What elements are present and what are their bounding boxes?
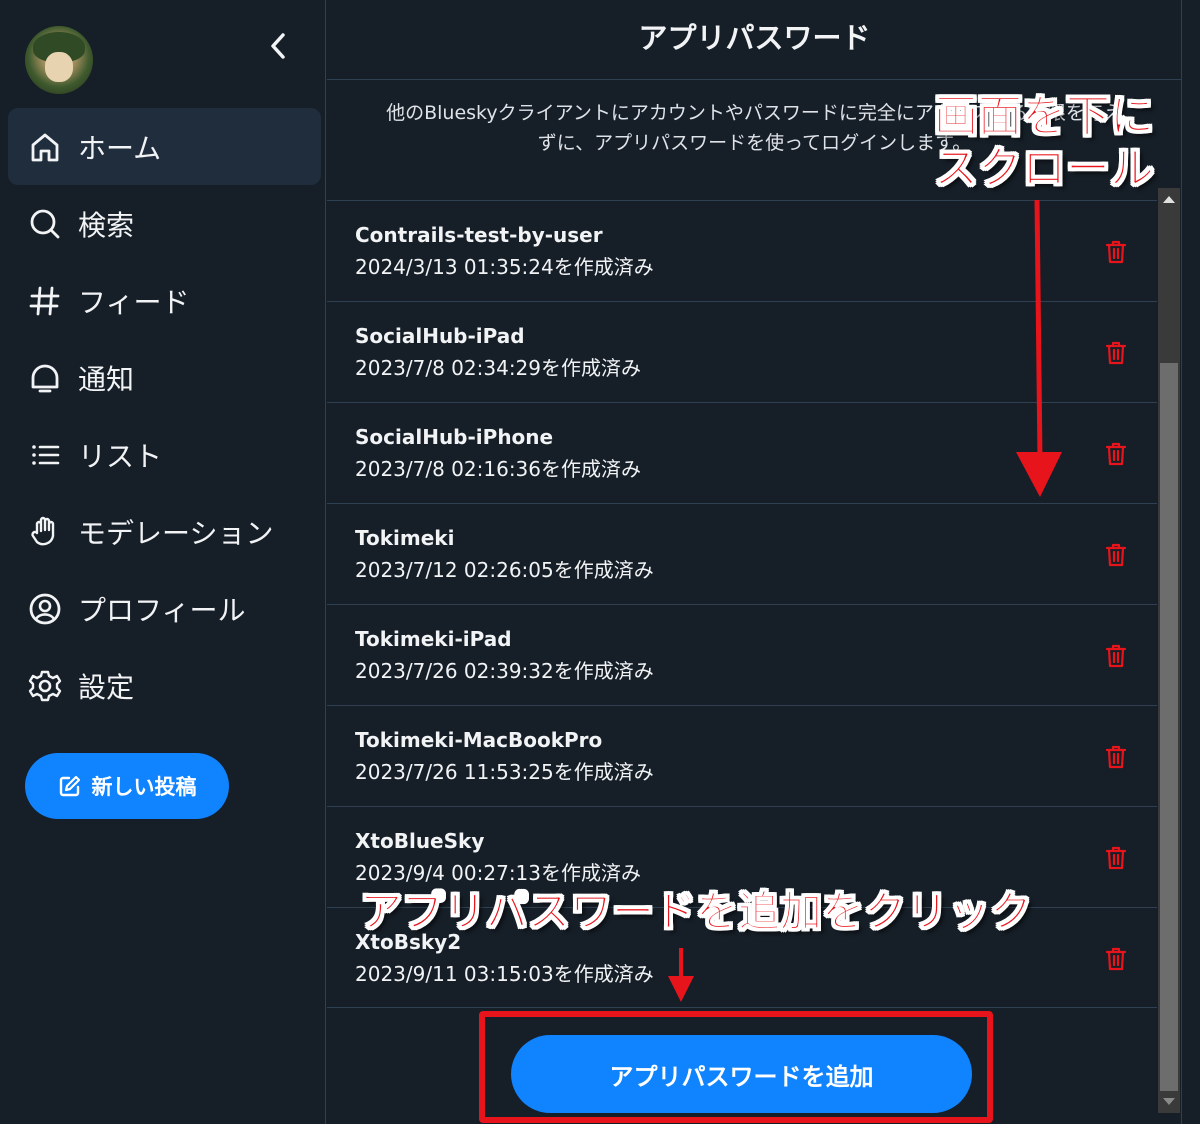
page-title: アプリパスワード	[638, 20, 871, 55]
password-created: 2024/3/13 01:35:24を作成済み	[355, 255, 654, 279]
password-created: 2023/9/11 03:15:03を作成済み	[355, 962, 654, 986]
trash-icon[interactable]	[1103, 946, 1129, 972]
search-icon	[26, 205, 64, 243]
trash-icon[interactable]	[1103, 340, 1129, 366]
new-post-button[interactable]: 新しい投稿	[25, 753, 229, 819]
password-name: SocialHub-iPad	[355, 324, 525, 348]
sidebar-item-lists[interactable]: リスト	[8, 416, 321, 493]
sidebar-item-search[interactable]: 検索	[8, 185, 321, 262]
list-item: Tokimeki 2023/7/12 02:26:05を作成済み	[327, 503, 1157, 604]
hashtag-icon	[26, 282, 64, 320]
app-password-list: Contrails-test-by-user 2024/3/13 01:35:2…	[327, 188, 1157, 1124]
sidebar-item-label: 設定	[78, 670, 135, 704]
page-header: アプリパスワード	[327, 0, 1182, 80]
sidebar-item-profile[interactable]: プロフィール	[8, 570, 321, 647]
new-post-label: 新しい投稿	[91, 775, 197, 799]
scrollbar[interactable]	[1158, 188, 1180, 1113]
password-created: 2023/7/26 02:39:32を作成済み	[355, 659, 654, 683]
list-item: SocialHub-iPhone 2023/7/8 02:16:36を作成済み	[327, 402, 1157, 503]
sidebar-item-label: リスト	[78, 439, 163, 473]
sidebar-item-label: プロフィール	[78, 593, 246, 627]
scroll-up-icon[interactable]	[1163, 196, 1175, 203]
window-bottom-edge	[0, 1124, 1200, 1134]
sidebar-item-settings[interactable]: 設定	[8, 647, 321, 724]
sidebar: ホーム 検索 フィード 通知 リスト モデレーション プロフィール 設定 新しい…	[0, 0, 326, 1134]
collapse-sidebar-button[interactable]	[258, 26, 298, 66]
sidebar-item-feeds[interactable]: フィード	[8, 262, 321, 339]
sidebar-item-label: 検索	[78, 208, 135, 242]
sidebar-item-label: フィード	[78, 285, 190, 319]
password-name: Tokimeki-MacBookPro	[355, 728, 603, 752]
compose-icon	[59, 775, 80, 797]
scroll-down-icon[interactable]	[1163, 1098, 1175, 1105]
password-name: XtoBlueSky	[355, 829, 485, 853]
password-name: SocialHub-iPhone	[355, 425, 554, 449]
password-created: 2023/7/8 02:34:29を作成済み	[355, 356, 642, 380]
home-icon	[26, 128, 64, 166]
list-item: Contrails-test-by-user 2024/3/13 01:35:2…	[327, 200, 1157, 301]
profile-icon	[26, 590, 64, 628]
password-created: 2023/7/8 02:16:36を作成済み	[355, 457, 642, 481]
bell-icon	[26, 359, 64, 397]
highlight-box	[479, 1011, 993, 1123]
list-item: SocialHub-iPad 2023/7/8 02:34:29を作成済み	[327, 301, 1157, 402]
annotation-click: アプリパスワードを追加をクリック	[359, 887, 1033, 937]
trash-icon[interactable]	[1103, 845, 1129, 871]
sidebar-item-moderation[interactable]: モデレーション	[8, 493, 321, 570]
list-item: Tokimeki-iPad 2023/7/26 02:39:32を作成済み	[327, 604, 1157, 705]
chevron-left-icon	[271, 33, 285, 59]
trash-icon[interactable]	[1103, 542, 1129, 568]
sidebar-item-label: ホーム	[78, 131, 162, 165]
list-item: Tokimeki-MacBookPro 2023/7/26 11:53:25を作…	[327, 705, 1157, 806]
scrollbar-thumb[interactable]	[1160, 363, 1178, 1091]
sidebar-item-home[interactable]: ホーム	[8, 108, 321, 185]
trash-icon[interactable]	[1103, 441, 1129, 467]
annotation-scroll-line2: スクロール	[934, 143, 1155, 195]
password-created: 2023/7/12 02:26:05を作成済み	[355, 558, 654, 582]
avatar-face	[45, 52, 73, 82]
sidebar-item-label: 通知	[78, 362, 135, 396]
gear-icon	[26, 667, 64, 705]
password-created: 2023/7/26 11:53:25を作成済み	[355, 760, 654, 784]
sidebar-nav: ホーム 検索 フィード 通知 リスト モデレーション プロフィール 設定	[8, 108, 321, 724]
trash-icon[interactable]	[1103, 239, 1129, 265]
hand-icon	[26, 513, 64, 551]
password-name: Tokimeki	[355, 526, 455, 550]
list-icon	[26, 436, 64, 474]
sidebar-item-label: モデレーション	[78, 516, 274, 550]
password-name: Tokimeki-iPad	[355, 627, 512, 651]
trash-icon[interactable]	[1103, 643, 1129, 669]
sidebar-item-notifications[interactable]: 通知	[8, 339, 321, 416]
password-name: Contrails-test-by-user	[355, 223, 603, 247]
trash-icon[interactable]	[1103, 744, 1129, 770]
avatar[interactable]	[25, 26, 93, 94]
